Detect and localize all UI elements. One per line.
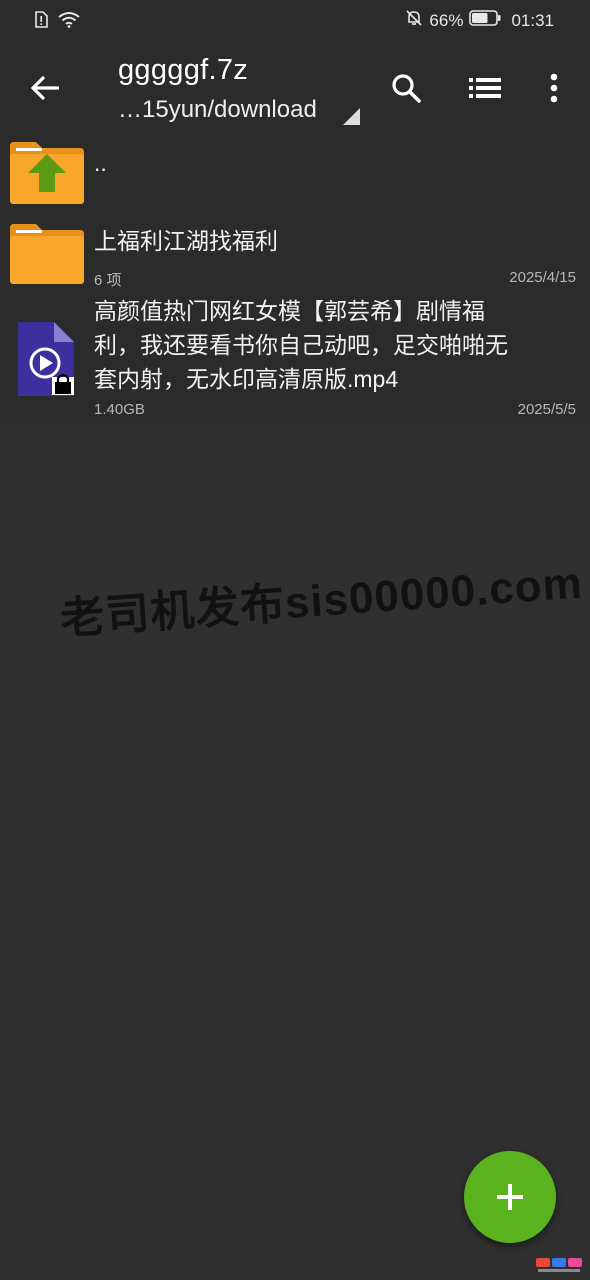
modified-date: 2025/5/5	[517, 401, 576, 418]
list-item-folder[interactable]: 上福利江湖找福利 6 项 2025/4/15	[0, 220, 590, 289]
back-button[interactable]	[22, 64, 70, 112]
video-file-locked-icon	[18, 322, 74, 396]
file-size: 1.40GB	[94, 401, 145, 418]
clock: 01:31	[511, 10, 554, 30]
folder-up-icon	[10, 142, 84, 204]
archive-title: gggggf.7z	[118, 54, 249, 86]
watermark-text: 老司机发布sis00000.com	[58, 558, 585, 644]
list-item-video[interactable]: 高颜值热门网红女模【郭芸希】剧情福 利，我还要看书你自己动吧，足交啪啪无 套内射…	[0, 292, 590, 422]
overflow-menu-button[interactable]	[530, 64, 578, 112]
item-count: 6 项	[94, 272, 122, 289]
modified-date: 2025/4/15	[509, 269, 576, 286]
more-vert-icon	[550, 73, 558, 103]
file-name: 上福利江湖找福利	[94, 228, 278, 254]
battery-icon	[469, 10, 501, 31]
app-bar: gggggf.7z …15yun/download	[0, 42, 590, 132]
search-button[interactable]	[382, 64, 430, 112]
file-list: .. 上福利江湖找福利 6 项 2025/4/15 高颜值热门网红女模【郭芸希】…	[0, 132, 590, 424]
path-dropdown-icon[interactable]	[343, 108, 360, 125]
status-bar: 66% 01:31	[0, 0, 590, 42]
mute-bell-icon	[405, 9, 423, 32]
list-view-icon	[469, 78, 501, 98]
view-mode-button[interactable]	[461, 64, 509, 112]
add-button[interactable]	[464, 1151, 556, 1243]
wifi-icon	[58, 11, 80, 33]
battery-percent: 66%	[429, 10, 464, 30]
current-path[interactable]: …15yun/download	[118, 96, 317, 124]
sim-alert-icon	[34, 11, 48, 33]
file-name: ..	[94, 150, 107, 176]
plus-icon	[497, 1184, 523, 1210]
site-logo-watermark	[536, 1258, 582, 1272]
file-name: 高颜值热门网红女模【郭芸希】剧情福 利，我还要看书你自己动吧，足交啪啪无 套内射…	[94, 298, 508, 392]
folder-icon	[10, 224, 84, 284]
arrow-back-icon	[31, 75, 59, 101]
list-item-parent[interactable]: ..	[0, 132, 590, 206]
search-icon	[392, 74, 421, 103]
